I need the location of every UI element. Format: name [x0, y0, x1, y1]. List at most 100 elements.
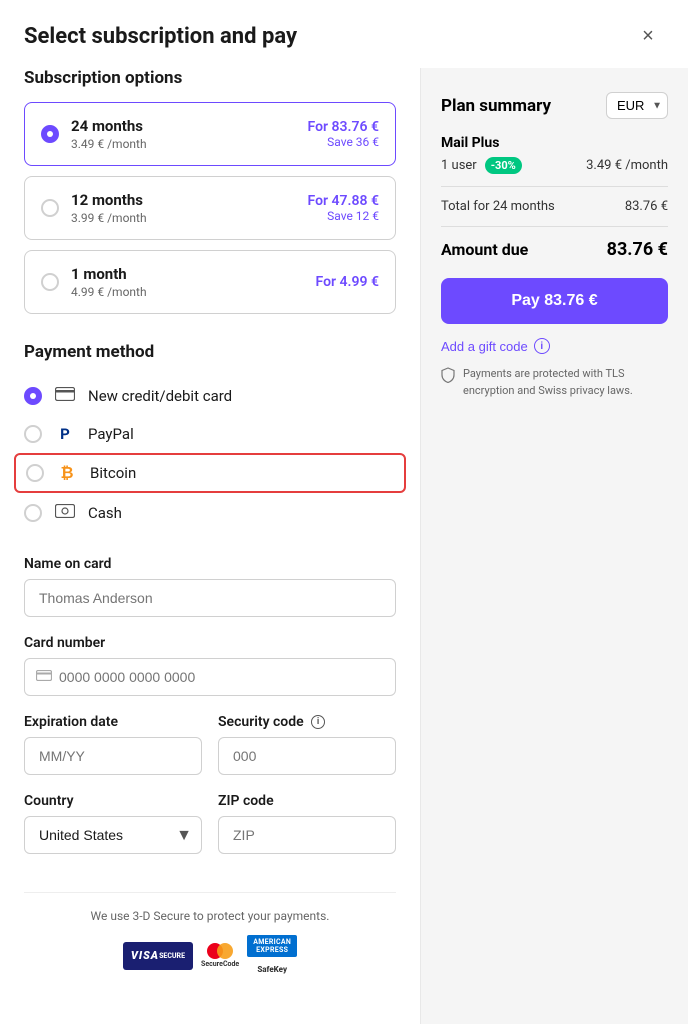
right-panel: Plan summary EUR USD GBP ▼ Mail Plus 1 u… [420, 68, 688, 1024]
security-text: We use 3-D Secure to protect your paymen… [24, 909, 396, 923]
plan-detail-left: 1 user -30% [441, 157, 522, 174]
subscription-section-title: Subscription options [24, 68, 396, 88]
security-info-icon[interactable]: i [311, 715, 325, 729]
close-button[interactable]: × [632, 20, 664, 52]
subscription-option-1m[interactable]: 1 month 4.99 € /month For 4.99 € [24, 250, 396, 314]
subscription-sublabel-1m: 4.99 € /month [71, 285, 147, 299]
card-number-group: Card number [24, 635, 396, 696]
gift-code-info-icon[interactable]: i [534, 338, 550, 354]
plan-row: Mail Plus 1 user -30% 3.49 € /month [441, 135, 668, 174]
expiry-security-row: Expiration date Security code i [24, 714, 396, 793]
amount-due-label: Amount due [441, 240, 528, 259]
payment-methods: Payment method New credit/debit card [24, 342, 396, 532]
country-group: Country United States United Kingdom Ger… [24, 793, 202, 854]
user-count: 1 user [441, 158, 477, 173]
payment-label-bitcoin: Bitcoin [90, 464, 136, 482]
radio-cash[interactable] [24, 504, 42, 522]
modal: Select subscription and pay × Subscripti… [0, 0, 688, 1024]
payment-option-bitcoin[interactable]: ₿ Bitcoin [14, 453, 406, 493]
security-description: Payments are protected with TLS encrypti… [463, 366, 668, 399]
plan-detail-row: 1 user -30% 3.49 € /month [441, 157, 668, 174]
card-number-input[interactable] [24, 658, 396, 696]
radio-paypal[interactable] [24, 425, 42, 443]
subscription-option-12m[interactable]: 12 months 3.99 € /month For 47.88 € Save… [24, 176, 396, 240]
subscription-card-left-12m: 12 months 3.99 € /month [41, 191, 147, 225]
expiry-input[interactable] [24, 737, 202, 775]
zip-input[interactable] [218, 816, 396, 854]
payment-label-paypal: PayPal [88, 425, 134, 443]
card-input-icon [36, 669, 52, 685]
price-save-24m: Save 36 € [308, 135, 379, 149]
subscription-label-12m: 12 months [71, 191, 147, 209]
name-input[interactable] [24, 579, 396, 617]
gift-code-button[interactable]: Add a gift code i [441, 338, 550, 354]
price-main-12m: For 47.88 € [308, 193, 379, 209]
subscription-price-12m: For 47.88 € Save 12 € [308, 193, 379, 223]
radio-1m[interactable] [41, 273, 59, 291]
gift-code-label: Add a gift code [441, 339, 528, 354]
payment-option-card[interactable]: New credit/debit card [24, 376, 396, 415]
subscription-info-12m: 12 months 3.99 € /month [71, 191, 147, 225]
radio-12m[interactable] [41, 199, 59, 217]
payment-option-cash[interactable]: Cash [24, 493, 396, 532]
subscription-sublabel-24m: 3.49 € /month [71, 137, 147, 151]
total-label: Total for 24 months [441, 199, 555, 214]
modal-body: Subscription options 24 months 3.49 € /m… [0, 68, 688, 1024]
expiry-label: Expiration date [24, 714, 202, 730]
payment-label-cash: Cash [88, 504, 122, 522]
card-number-label: Card number [24, 635, 396, 651]
amount-due-value: 83.76 € [607, 239, 668, 260]
security-row: Payments are protected with TLS encrypti… [441, 366, 668, 399]
payment-section-title: Payment method [24, 342, 396, 362]
plan-price-per-month: 3.49 € /month [586, 158, 668, 173]
price-save-12m: Save 12 € [308, 209, 379, 223]
plan-name: Mail Plus [441, 135, 668, 151]
subscription-card-left: 24 months 3.49 € /month [41, 117, 147, 151]
card-logos: VISA SECURE SecureCode AMERICANEXPRESS S… [24, 935, 396, 976]
subscription-label-24m: 24 months [71, 117, 147, 135]
country-select[interactable]: United States United Kingdom Germany Fra… [24, 816, 202, 854]
price-main-24m: For 83.76 € [308, 119, 379, 135]
subscription-option-24m[interactable]: 24 months 3.49 € /month For 83.76 € Save… [24, 102, 396, 166]
modal-header: Select subscription and pay × [0, 0, 688, 68]
total-row: Total for 24 months 83.76 € [441, 199, 668, 214]
card-input-wrapper [24, 658, 396, 696]
pay-button[interactable]: Pay 83.76 € [441, 278, 668, 324]
bitcoin-icon: ₿ [56, 463, 78, 483]
subscription-price-1m: For 4.99 € [316, 274, 379, 290]
payment-option-paypal[interactable]: P PayPal [24, 415, 396, 453]
total-value: 83.76 € [625, 199, 668, 214]
subscription-price-24m: For 83.76 € Save 36 € [308, 119, 379, 149]
currency-select[interactable]: EUR USD GBP [606, 92, 668, 119]
amex-logo: AMERICANEXPRESS SafeKey [247, 935, 297, 976]
subscription-info-1m: 1 month 4.99 € /month [71, 265, 147, 299]
security-notice: We use 3-D Secure to protect your paymen… [24, 892, 396, 976]
name-label: Name on card [24, 556, 396, 572]
subscription-sublabel-12m: 3.99 € /month [71, 211, 147, 225]
shield-icon [441, 367, 455, 387]
radio-bitcoin[interactable] [26, 464, 44, 482]
zip-label: ZIP code [218, 793, 396, 809]
radio-card[interactable] [24, 387, 42, 405]
plan-summary-header: Plan summary EUR USD GBP ▼ [441, 92, 668, 119]
visa-logo: VISA SECURE [123, 942, 193, 970]
subscription-card-left-1m: 1 month 4.99 € /month [41, 265, 147, 299]
cash-icon [54, 503, 76, 522]
country-zip-row: Country United States United Kingdom Ger… [24, 793, 396, 872]
price-main-1m: For 4.99 € [316, 274, 379, 290]
security-input[interactable] [218, 737, 396, 775]
country-label: Country [24, 793, 202, 809]
expiry-group: Expiration date [24, 714, 202, 775]
subscription-info: 24 months 3.49 € /month [71, 117, 147, 151]
mastercard-logo: SecureCode [201, 943, 239, 968]
name-field-group: Name on card [24, 556, 396, 617]
discount-badge: -30% [485, 157, 522, 174]
payment-label-card: New credit/debit card [88, 387, 232, 405]
subscription-options: Subscription options 24 months 3.49 € /m… [24, 68, 396, 314]
divider-2 [441, 226, 668, 227]
currency-wrapper: EUR USD GBP ▼ [606, 92, 668, 119]
radio-24m[interactable] [41, 125, 59, 143]
left-panel: Subscription options 24 months 3.49 € /m… [0, 68, 420, 1024]
plan-summary-title: Plan summary [441, 96, 551, 116]
paypal-icon: P [54, 425, 76, 443]
